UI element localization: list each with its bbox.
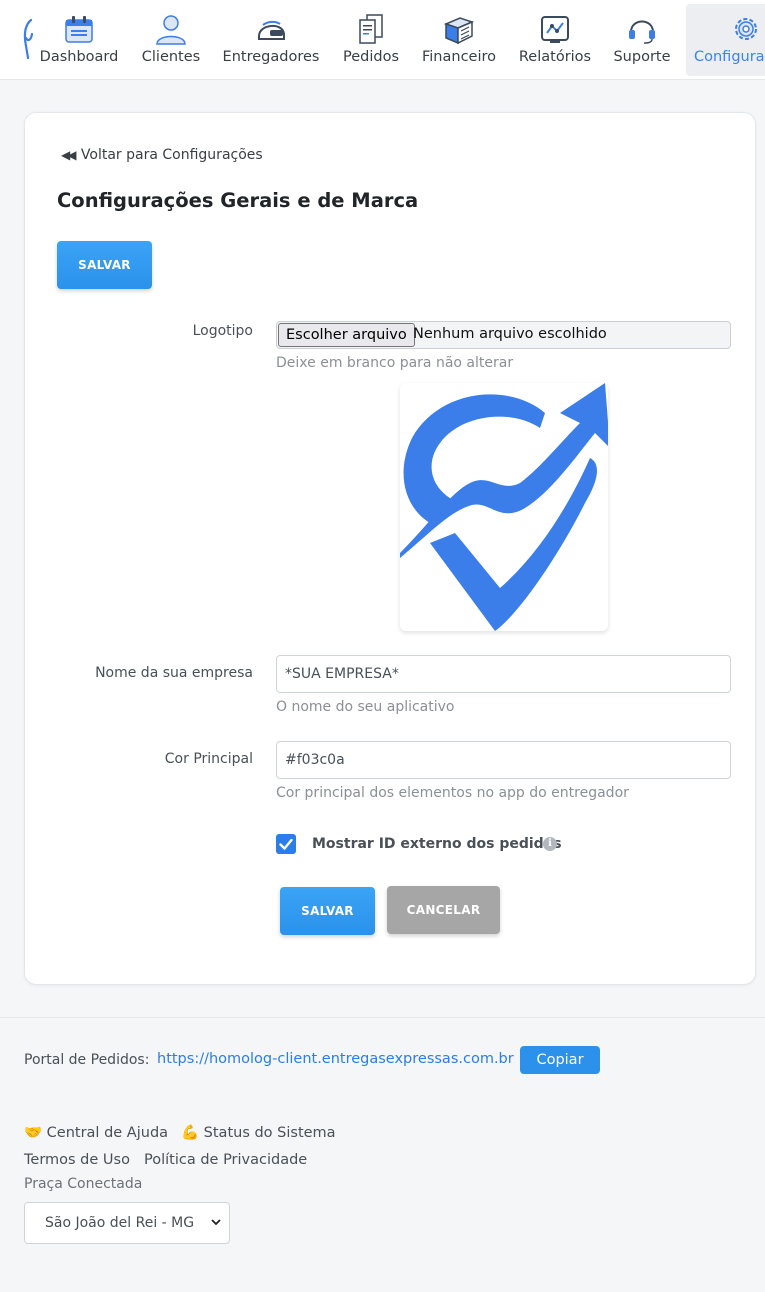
nav-label: Financeiro [421, 49, 496, 65]
gear-icon [735, 18, 757, 40]
company-logo-image [400, 383, 610, 631]
nav-label: Configura [694, 49, 765, 65]
primary-color-label: Cor Principal [164, 751, 253, 767]
nav-label: Relatórios [518, 49, 592, 65]
nav-item-entregadores[interactable]: Entregadores [219, 4, 323, 76]
cancel-button[interactable]: CANCELAR [387, 886, 500, 934]
nav-item-relatorios[interactable]: Relatórios [515, 4, 595, 76]
logo-help-text: Deixe em branco para não alterar [276, 355, 514, 371]
praca-select[interactable]: São João del Rei - MG [24, 1202, 230, 1244]
company-name-input[interactable]: *SUA EMPRESA* [276, 655, 731, 693]
nav-item-dashboard[interactable]: Dashboard [36, 4, 122, 76]
company-name-label: Nome da sua empresa [95, 665, 253, 681]
nav-label: Pedidos [342, 49, 399, 65]
show-external-id-label[interactable]: Mostrar ID externo dos pedidos [312, 836, 562, 852]
portal-url-link[interactable]: https://homolog-client.entregasexpressas… [157, 1051, 514, 1067]
user-icon [156, 15, 186, 45]
nav-item-clientes[interactable]: Clientes [136, 4, 206, 76]
money-stack-icon [443, 17, 475, 45]
show-external-id-checkbox[interactable] [276, 834, 296, 854]
double-chevron-left-icon: ◀◀ [61, 148, 77, 162]
company-name-help: O nome do seu aplicativo [276, 699, 455, 715]
system-status-link[interactable]: 💪 Status do Sistema [181, 1124, 336, 1141]
primary-color-help: Cor principal dos elementos no app do en… [276, 785, 629, 801]
copy-url-button[interactable]: Copiar [520, 1046, 600, 1074]
nav-label: Entregadores [222, 49, 320, 65]
praca-label: Praça Conectada [24, 1176, 143, 1192]
terms-link[interactable]: Termos de Uso [24, 1152, 130, 1168]
logo-file-input[interactable]: Escolher arquivo Nenhum arquivo escolhid… [276, 321, 731, 349]
dashboard-calendar-icon [65, 16, 93, 43]
save-button[interactable]: SALVAR [280, 887, 375, 935]
nav-item-suporte[interactable]: Suporte [607, 4, 677, 76]
privacy-link[interactable]: Política de Privacidade [144, 1152, 307, 1168]
portal-label: Portal de Pedidos: [24, 1052, 150, 1068]
choose-file-button[interactable]: Escolher arquivo [278, 323, 415, 347]
info-icon[interactable]: i [543, 837, 557, 851]
nav-item-financeiro[interactable]: Financeiro [417, 4, 501, 76]
save-button-top[interactable]: SALVAR [57, 241, 152, 289]
primary-color-input[interactable]: #f03c0a [276, 741, 731, 779]
nav-item-configuracoes[interactable]: Configura [686, 4, 765, 76]
nav-label: Dashboard [39, 49, 119, 65]
nav-label: Clientes [141, 49, 201, 65]
settings-card: ◀◀ Voltar para Configurações Configuraçõ… [24, 112, 756, 985]
praca-selected-value: São João del Rei - MG [45, 1215, 195, 1231]
receipts-icon [359, 14, 383, 44]
chart-icon [541, 16, 569, 43]
chevron-down-icon [211, 1219, 221, 1226]
top-navigation: Dashboard Clientes Entregadores Pedidos [0, 0, 765, 80]
brand-logo-icon[interactable] [22, 16, 34, 62]
footer-divider [0, 1017, 765, 1018]
helmet-icon [258, 20, 285, 40]
logo-label: Logotipo [192, 323, 253, 339]
headset-icon [629, 20, 655, 44]
logo-preview [400, 383, 610, 631]
back-to-settings-link[interactable]: ◀◀ Voltar para Configurações [61, 147, 263, 163]
page-title: Configurações Gerais e de Marca [57, 189, 419, 212]
back-link-label: Voltar para Configurações [80, 147, 263, 163]
nav-label: Suporte [613, 49, 671, 65]
nav-item-pedidos[interactable]: Pedidos [337, 4, 405, 76]
help-center-link[interactable]: 🤝 Central de Ajuda [24, 1124, 168, 1141]
checkmark-icon [279, 838, 293, 850]
file-status: Nenhum arquivo escolhido [413, 326, 607, 342]
